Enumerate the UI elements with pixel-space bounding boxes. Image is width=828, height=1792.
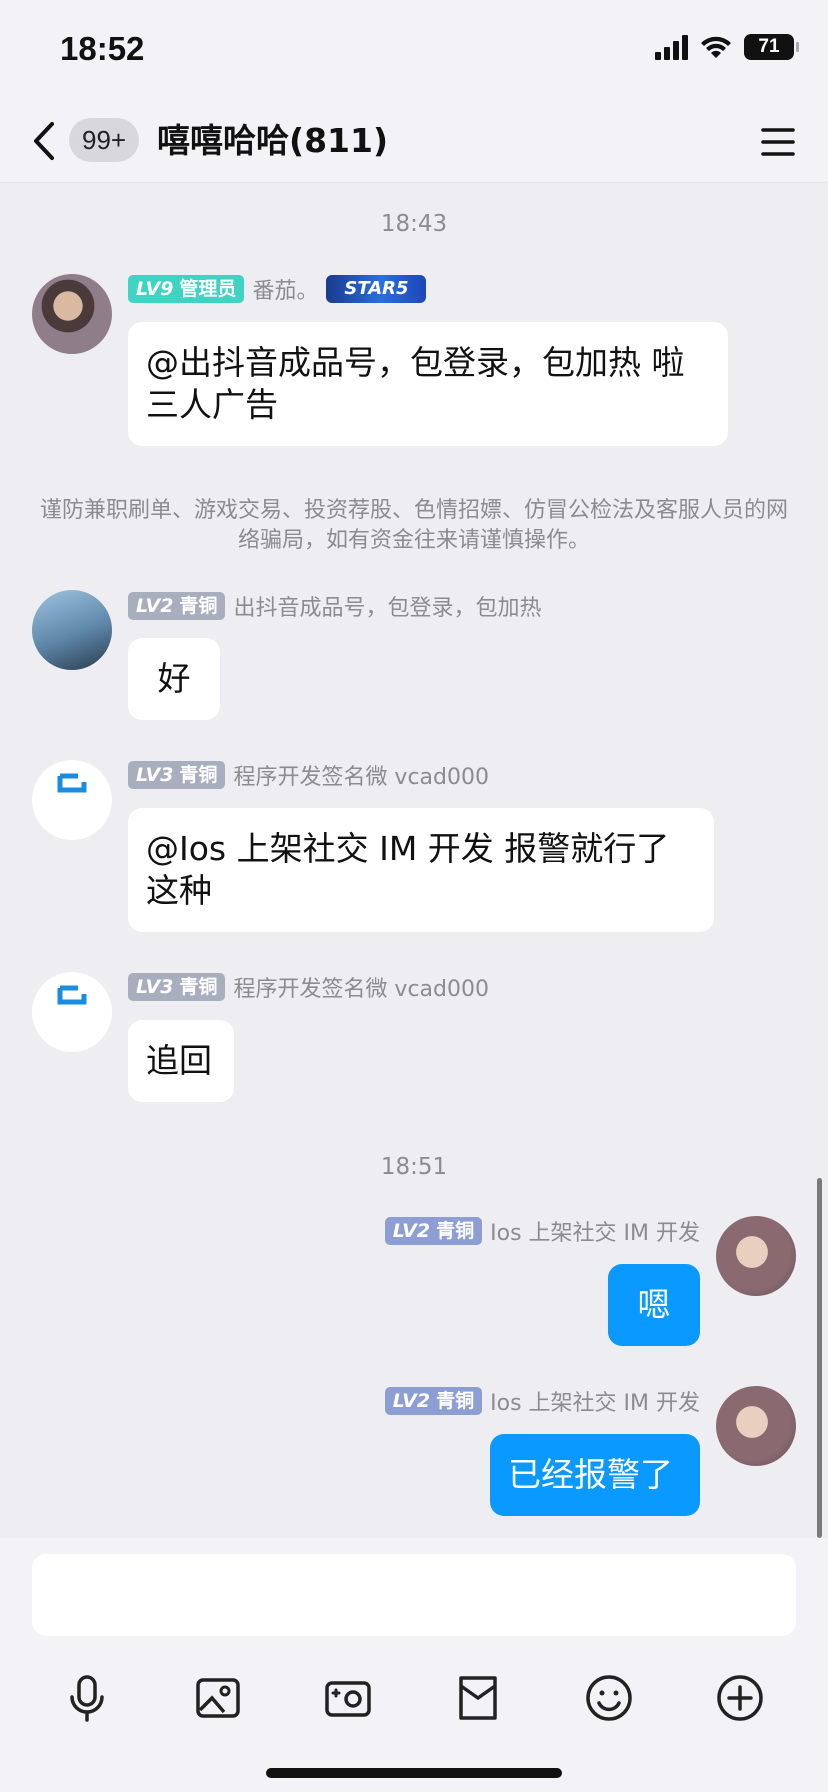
message-bubble[interactable]: 好: [128, 638, 220, 720]
message-bubble[interactable]: @Ios 上架社交 IM 开发 报警就行了这种: [128, 808, 714, 932]
menu-icon[interactable]: [760, 124, 796, 160]
sender-row: LV2 青铜 Ios 上架社交 IM 开发: [384, 1215, 700, 1247]
cellular-signal-icon: [655, 34, 688, 60]
sender-name[interactable]: 程序开发签名微 vcad000: [233, 971, 489, 1003]
sender-row: LV3 青铜 程序开发签名微 vcad000: [128, 972, 489, 1002]
avatar[interactable]: [32, 972, 112, 1052]
level-badge: LV2 青铜: [384, 1387, 483, 1415]
avatar[interactable]: [716, 1216, 796, 1296]
scrollbar[interactable]: [817, 1178, 822, 1538]
sender-name[interactable]: 出抖音成品号，包登录，包加热: [233, 590, 541, 622]
message-bubble[interactable]: 追回: [128, 1020, 234, 1102]
camera-icon[interactable]: [322, 1672, 374, 1724]
sender-row: LV9 管理员 番茄。 STAR5: [128, 273, 427, 305]
company-logo-icon: [57, 985, 87, 1005]
unread-count-badge[interactable]: 99+: [69, 118, 140, 162]
input-toolbar: [0, 1672, 828, 1724]
plus-icon[interactable]: [714, 1672, 766, 1724]
level-badge: LV3 青铜: [128, 761, 226, 789]
safety-notice: 谨防兼职刷单、游戏交易、投资荐股、色情招嫖、仿冒公检法及客服人员的网络骗局，如有…: [40, 498, 789, 553]
status-time: 18:52: [60, 30, 145, 67]
star-tag-badge: STAR5: [326, 275, 427, 303]
file-icon[interactable]: [452, 1672, 504, 1724]
message-bubble-mine[interactable]: 嗯: [608, 1264, 700, 1346]
sender-name[interactable]: Ios 上架社交 IM 开发: [490, 1385, 700, 1417]
message-timestamp: 18:43: [380, 211, 448, 237]
message-timestamp: 18:51: [380, 1154, 448, 1180]
status-icons: 71: [655, 34, 799, 60]
avatar[interactable]: [32, 760, 112, 840]
wifi-icon: [701, 36, 731, 58]
page-title: 嘻嘻哈哈(811): [157, 121, 389, 160]
back-icon[interactable]: [24, 118, 64, 164]
level-badge: LV9 管理员: [128, 275, 245, 303]
image-icon[interactable]: [192, 1672, 244, 1724]
message-bubble[interactable]: @出抖音成品号，包登录，包加热 啦三人广告: [128, 322, 728, 446]
sender-name[interactable]: 番茄。: [252, 273, 318, 305]
input-area: [0, 1538, 828, 1792]
avatar[interactable]: [716, 1386, 796, 1466]
sender-row: LV2 青铜 Ios 上架社交 IM 开发: [384, 1385, 700, 1417]
battery-icon: 71: [744, 34, 799, 60]
message-bubble-mine[interactable]: 已经报警了: [490, 1434, 700, 1516]
emoji-icon[interactable]: [583, 1672, 635, 1724]
level-badge: LV3 青铜: [128, 973, 226, 1001]
company-logo-icon: [57, 773, 87, 793]
message-input[interactable]: [32, 1554, 796, 1636]
status-bar: 18:52 71: [0, 0, 828, 100]
nav-bar: 99+ 嘻嘻哈哈(811): [0, 100, 828, 183]
microphone-icon[interactable]: [61, 1672, 113, 1724]
chat-messages[interactable]: 18:43 LV9 管理员 番茄。 STAR5 @出抖音成品号，包登录，包加热 …: [0, 184, 828, 1537]
sender-name[interactable]: Ios 上架社交 IM 开发: [490, 1215, 700, 1247]
sender-row: LV3 青铜 程序开发签名微 vcad000: [128, 760, 489, 790]
sender-row: LV2 青铜 出抖音成品号，包登录，包加热: [128, 591, 541, 621]
sender-name[interactable]: 程序开发签名微 vcad000: [233, 759, 489, 791]
avatar[interactable]: [32, 274, 112, 354]
level-badge: LV2 青铜: [128, 592, 226, 620]
home-indicator: [266, 1768, 562, 1778]
avatar[interactable]: [32, 590, 112, 670]
level-badge: LV2 青铜: [384, 1217, 483, 1245]
